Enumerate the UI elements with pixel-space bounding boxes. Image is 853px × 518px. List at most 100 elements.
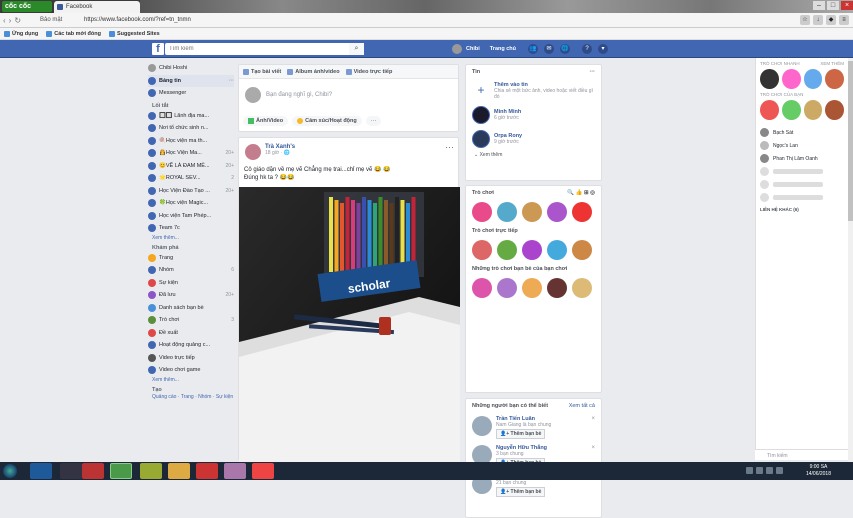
sidebar-item[interactable]: Video trực tiếp xyxy=(148,352,234,365)
bookmark-suggested[interactable]: Suggested Sites xyxy=(108,30,160,37)
search-input[interactable] xyxy=(165,43,364,55)
coccoc-taskbar-icon[interactable] xyxy=(110,463,132,479)
chat-games-more[interactable]: XEM THÊM xyxy=(820,61,844,66)
game-icon[interactable] xyxy=(497,202,517,222)
game-icon[interactable] xyxy=(781,69,801,89)
close-icon[interactable]: × xyxy=(841,1,853,10)
game-icon[interactable] xyxy=(760,100,779,120)
game-icon[interactable] xyxy=(472,278,492,298)
download-icon[interactable]: ↓ xyxy=(813,15,823,25)
tab-album[interactable]: Album ảnh/video xyxy=(287,68,340,75)
game-icon[interactable] xyxy=(825,69,844,89)
game-icon[interactable] xyxy=(803,100,823,120)
extension-icon[interactable]: ◆ xyxy=(826,15,836,25)
sidebar-item[interactable]: Video chơi game xyxy=(148,364,234,377)
scrollbar-thumb[interactable] xyxy=(848,61,853,221)
game-icon[interactable] xyxy=(497,278,517,298)
sidebar-item[interactable]: 👸Học Viện Ma... 20+ xyxy=(148,147,234,160)
app-icon[interactable] xyxy=(140,463,162,479)
help-icon[interactable]: ? xyxy=(582,44,592,54)
sidebar-item[interactable]: Nhóm 6 xyxy=(148,264,234,277)
sidebar-item[interactable]: Đã lưu 20+ xyxy=(148,289,234,302)
game-icon[interactable] xyxy=(522,240,542,260)
composer-input[interactable]: Bạn đang nghĩ gì, Chibi? xyxy=(245,87,332,103)
notifications-icon[interactable]: 🌐 xyxy=(560,44,570,54)
contact-item[interactable]: Phan Thị Lâm Oanh xyxy=(756,152,848,165)
app-icon[interactable] xyxy=(252,463,274,479)
volume-icon[interactable] xyxy=(776,467,783,474)
minimize-icon[interactable]: – xyxy=(813,1,825,10)
tab-create-post[interactable]: Tạo bài viết xyxy=(243,68,281,75)
post-time[interactable]: 18 giờ · 🌐 xyxy=(265,150,295,156)
search-icon[interactable]: ⌕ xyxy=(349,43,364,55)
browser-tab-facebook[interactable]: Facebook xyxy=(54,1,140,13)
contact-item[interactable]: Bạch Sát xyxy=(756,126,848,139)
nav-arrows-icon[interactable]: ‹›↻ xyxy=(3,16,24,25)
start-icon[interactable] xyxy=(3,464,17,478)
sidebar-item[interactable]: 🔲🔲 Lãnh địa ma... xyxy=(148,110,234,123)
game-icon[interactable] xyxy=(522,278,542,298)
avatar[interactable] xyxy=(245,144,261,160)
friend-requests-icon[interactable]: 👥 xyxy=(528,44,538,54)
avatar[interactable] xyxy=(452,44,462,54)
more-contacts[interactable]: LIÊN HỆ KHÁC (6) xyxy=(756,204,848,215)
sidebar-item-newsfeed[interactable]: Bảng tin ··· xyxy=(148,74,234,87)
game-icon[interactable] xyxy=(547,278,567,298)
add-friend-button[interactable]: 👤+ Thêm bạn bè xyxy=(496,487,546,497)
sidebar-item[interactable]: Đề xuất xyxy=(148,327,234,340)
sidebar-item[interactable]: Nơi tổ chức sinh n... xyxy=(148,122,234,135)
sidebar-item[interactable]: Học viện Tam Phép... xyxy=(148,210,234,223)
sidebar-item[interactable]: 🌟ROYAL SEV... 2 xyxy=(148,172,234,185)
games-toolbar-icons[interactable]: 🔍 👍 ⊞ ◎ xyxy=(567,190,595,196)
media-player-icon[interactable] xyxy=(60,463,82,479)
sidebar-item[interactable]: Sự kiện xyxy=(148,277,234,290)
see-more-stories[interactable]: ⌄ Xem thêm xyxy=(466,151,601,159)
app-icon[interactable] xyxy=(224,463,246,479)
clock[interactable]: 9:00 SA 14/06/2018 xyxy=(806,464,831,478)
tray-icon[interactable] xyxy=(756,467,763,474)
sidebar-item[interactable]: Danh sách bạn bè xyxy=(148,302,234,315)
bookmark-apps[interactable]: Ứng dụng xyxy=(4,30,38,37)
star-icon[interactable]: ☆ xyxy=(800,15,810,25)
bookmark-closed-tabs[interactable]: Các tab mới đóng xyxy=(46,30,101,37)
avatar[interactable] xyxy=(472,416,492,436)
game-icon[interactable] xyxy=(572,202,592,222)
post-options-icon[interactable]: ··· xyxy=(445,142,454,152)
sidebar-item[interactable]: 🍀Học viện Magic... xyxy=(148,197,234,210)
sidebar-item[interactable]: Hoạt động quảng c... xyxy=(148,339,234,352)
more-icon[interactable]: ··· xyxy=(229,78,234,84)
sidebar-item[interactable]: Học Viện Đào Tạo ... 20+ xyxy=(148,185,234,198)
post-photo[interactable]: scholar xyxy=(239,187,460,462)
create-links[interactable]: Quảng cáo · Trang · Nhóm · Sự kiện xyxy=(148,394,234,401)
ie-icon[interactable] xyxy=(30,463,52,479)
feeling-button[interactable]: Cảm xúc/Hoạt động xyxy=(292,116,362,126)
see-more-link[interactable]: Xem thêm... xyxy=(148,235,234,242)
game-icon[interactable] xyxy=(522,202,542,222)
sidebar-item[interactable]: 🍭Học viện ma th... xyxy=(148,135,234,148)
see-all-link[interactable]: Xem tất cả xyxy=(569,403,595,409)
menu-icon[interactable]: ≡ xyxy=(839,15,849,25)
add-story[interactable]: + Thêm vào tin Chia sẻ một bức ảnh, video… xyxy=(466,79,601,103)
profile-link[interactable]: Chibi Hoshi xyxy=(148,62,234,75)
more-icon[interactable]: ··· xyxy=(590,69,596,75)
chat-search-input[interactable]: Tìm kiếm xyxy=(755,449,848,460)
home-link[interactable]: Trang chủ xyxy=(490,46,516,52)
sidebar-item[interactable]: 😊VẼ LÀ ĐAM MÊ... 20+ xyxy=(148,160,234,173)
network-icon[interactable] xyxy=(766,467,773,474)
game-icon[interactable] xyxy=(781,100,801,120)
photo-video-button[interactable]: Ảnh/Video xyxy=(243,116,289,126)
game-icon[interactable] xyxy=(497,240,517,260)
sidebar-item[interactable]: Team 7c xyxy=(148,222,234,235)
add-friend-button[interactable]: 👤+ Thêm bạn bè xyxy=(496,429,546,439)
game-icon[interactable] xyxy=(803,69,823,89)
maximize-icon[interactable]: □ xyxy=(827,1,839,10)
close-icon[interactable]: × xyxy=(591,416,595,439)
url-field[interactable]: https://www.facebook.com/?ref=tn_tnmn xyxy=(84,17,191,23)
game-icon[interactable] xyxy=(547,202,567,222)
story-item[interactable]: Minh Minh 6 giờ trước xyxy=(466,103,601,127)
sidebar-item[interactable]: Trang xyxy=(148,252,234,265)
see-more-link[interactable]: Xem thêm... xyxy=(148,377,234,384)
messages-icon[interactable]: ✉ xyxy=(544,44,554,54)
user-name-link[interactable]: Chibi xyxy=(466,46,480,52)
security-label[interactable]: Bảo mật xyxy=(40,17,62,23)
